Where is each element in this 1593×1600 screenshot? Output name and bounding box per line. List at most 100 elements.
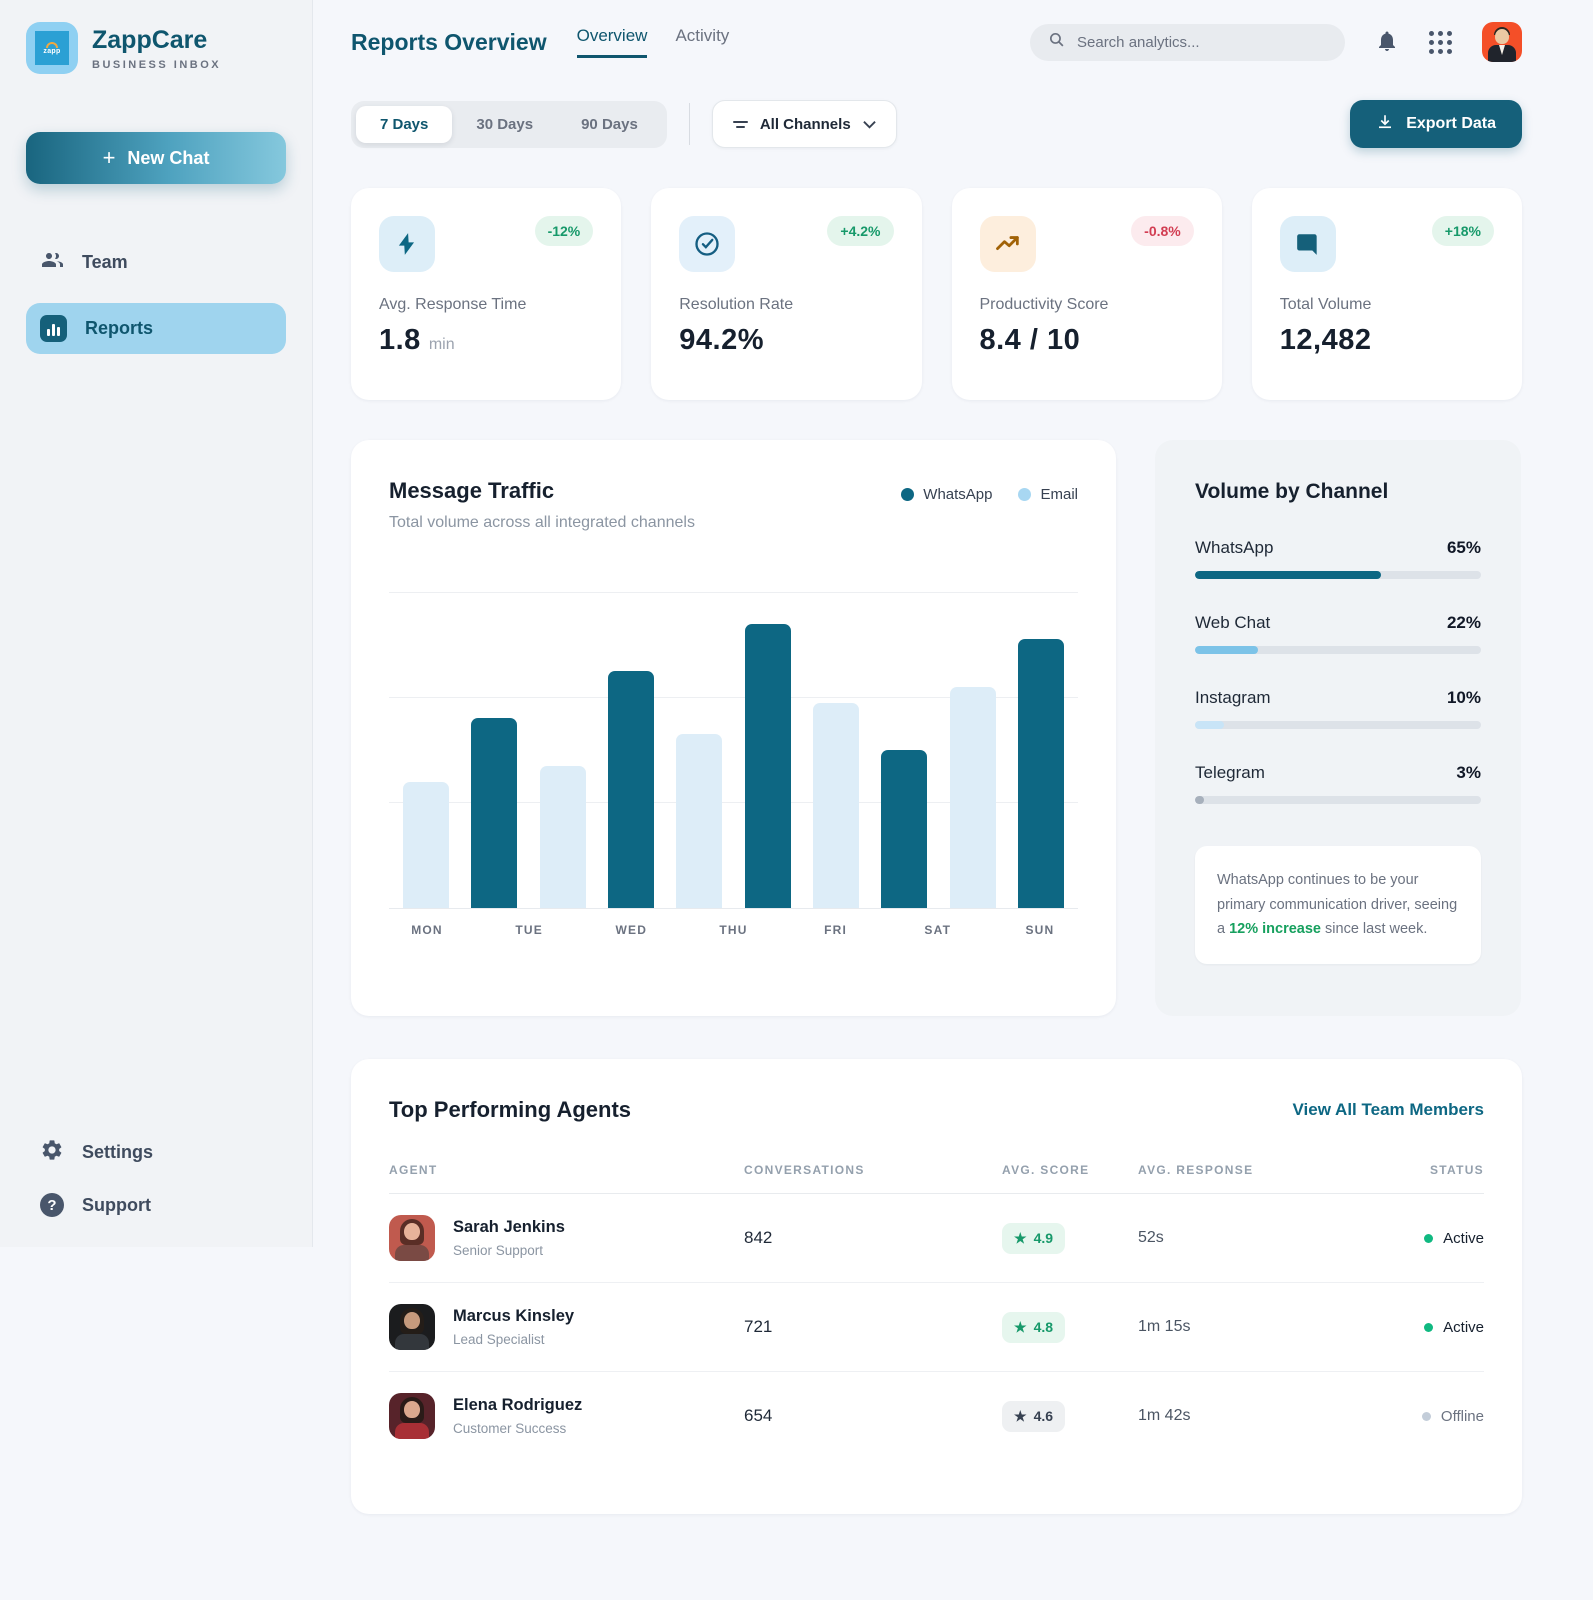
volume-title: Volume by Channel bbox=[1195, 480, 1481, 504]
search-input[interactable] bbox=[1077, 34, 1317, 51]
x-axis-label: MON bbox=[397, 923, 457, 937]
chart-bar-email bbox=[950, 687, 996, 908]
status-badge: Offline bbox=[1415, 1408, 1484, 1425]
score-badge: ★ 4.8 bbox=[1002, 1312, 1065, 1343]
chart-subtitle: Total volume across all integrated chann… bbox=[389, 514, 695, 532]
table-row[interactable]: Elena Rodriguez Customer Success 654 ★ 4… bbox=[389, 1372, 1484, 1460]
legend-label: Email bbox=[1040, 486, 1078, 503]
channel-row: Instagram 10% bbox=[1195, 688, 1481, 729]
agent-role: Lead Specialist bbox=[453, 1332, 574, 1347]
chart-bar-email bbox=[676, 734, 722, 908]
delta-badge: -0.8% bbox=[1131, 216, 1194, 246]
channel-name: Web Chat bbox=[1195, 613, 1270, 633]
response-time-value: 1m 15s bbox=[1138, 1318, 1415, 1336]
apps-grid-button[interactable] bbox=[1429, 31, 1452, 54]
agent-role: Senior Support bbox=[453, 1243, 565, 1258]
range-7-days-button[interactable]: 7 Days bbox=[356, 106, 452, 143]
sidebar-item-support[interactable]: ? Support bbox=[40, 1193, 286, 1217]
star-icon: ★ bbox=[1014, 1319, 1027, 1336]
gear-icon bbox=[40, 1138, 64, 1167]
download-icon bbox=[1376, 113, 1394, 136]
table-row[interactable]: Marcus Kinsley Lead Specialist 721 ★ 4.8… bbox=[389, 1283, 1484, 1372]
search-icon bbox=[1048, 31, 1065, 53]
column-agent: AGENT bbox=[389, 1163, 744, 1177]
team-icon bbox=[40, 248, 64, 277]
sidebar-item-reports[interactable]: Reports bbox=[26, 303, 286, 354]
charts-row: Message Traffic Total volume across all … bbox=[351, 440, 1522, 1016]
delta-badge: -12% bbox=[535, 216, 594, 246]
topbar: Reports Overview Overview Activity bbox=[351, 22, 1522, 62]
response-time-value: 1m 42s bbox=[1138, 1407, 1415, 1425]
stat-unit: min bbox=[429, 336, 455, 354]
status-badge: Active bbox=[1415, 1319, 1484, 1336]
channel-row: Telegram 3% bbox=[1195, 763, 1481, 804]
status-dot-icon bbox=[1424, 1323, 1433, 1332]
trend-up-icon bbox=[980, 216, 1036, 272]
stat-label: Avg. Response Time bbox=[379, 296, 593, 314]
score-badge: ★ 4.6 bbox=[1002, 1401, 1065, 1432]
delta-badge: +4.2% bbox=[827, 216, 893, 246]
status-badge: Active bbox=[1415, 1230, 1484, 1247]
conversations-value: 842 bbox=[744, 1228, 1002, 1248]
channel-percentage: 65% bbox=[1447, 538, 1481, 558]
column-status: STATUS bbox=[1415, 1163, 1484, 1177]
stat-value: 1.8 bbox=[379, 324, 421, 357]
new-chat-button[interactable]: + New Chat bbox=[26, 132, 286, 184]
user-avatar[interactable] bbox=[1482, 22, 1522, 62]
channel-filter-dropdown[interactable]: All Channels bbox=[712, 100, 897, 148]
search-bar[interactable] bbox=[1030, 24, 1345, 61]
range-90-days-button[interactable]: 90 Days bbox=[557, 106, 662, 143]
stats-row: -12% Avg. Response Time 1.8 min +4.2% Re… bbox=[351, 188, 1522, 400]
sidebar-item-label: Settings bbox=[82, 1142, 153, 1163]
sidebar-item-settings[interactable]: Settings bbox=[40, 1138, 286, 1167]
question-icon: ? bbox=[40, 1193, 64, 1217]
sidebar-item-team[interactable]: Team bbox=[26, 236, 286, 289]
divider bbox=[689, 103, 690, 145]
filter-icon bbox=[733, 121, 748, 128]
status-label: Active bbox=[1443, 1319, 1484, 1336]
score-value: 4.6 bbox=[1034, 1408, 1053, 1424]
insight-highlight: 12% increase bbox=[1229, 921, 1321, 937]
main-content: Reports Overview Overview Activity bbox=[313, 0, 1593, 1600]
grid-dots-icon bbox=[1429, 31, 1452, 54]
tab-activity[interactable]: Activity bbox=[675, 26, 729, 55]
star-icon: ★ bbox=[1014, 1408, 1027, 1425]
score-badge: ★ 4.9 bbox=[1002, 1223, 1065, 1254]
stat-value: 12,482 bbox=[1280, 324, 1372, 357]
channel-row: WhatsApp 65% bbox=[1195, 538, 1481, 579]
status-label: Offline bbox=[1441, 1408, 1484, 1425]
brand-subtitle: BUSINESS INBOX bbox=[92, 59, 221, 71]
legend-label: WhatsApp bbox=[923, 486, 992, 503]
chart-bar-whatsapp bbox=[471, 718, 517, 908]
progress-track bbox=[1195, 721, 1481, 729]
stat-label: Productivity Score bbox=[980, 296, 1194, 314]
chart-x-labels: MONTUEWEDTHUFRISATSUN bbox=[389, 909, 1078, 937]
table-header: AGENT CONVERSATIONS AVG. SCORE AVG. RESP… bbox=[389, 1163, 1484, 1194]
channel-name: Instagram bbox=[1195, 688, 1271, 708]
range-30-days-button[interactable]: 30 Days bbox=[452, 106, 557, 143]
chart-bar-whatsapp bbox=[881, 750, 927, 908]
star-icon: ★ bbox=[1014, 1230, 1027, 1247]
stat-label: Total Volume bbox=[1280, 296, 1494, 314]
sidebar-nav: Team Reports bbox=[26, 236, 286, 354]
export-data-button[interactable]: Export Data bbox=[1350, 100, 1522, 148]
status-label: Active bbox=[1443, 1230, 1484, 1247]
progress-fill bbox=[1195, 721, 1224, 729]
avatar bbox=[389, 1393, 435, 1439]
notifications-button[interactable] bbox=[1375, 28, 1399, 57]
table-row[interactable]: Sarah Jenkins Senior Support 842 ★ 4.9 5… bbox=[389, 1194, 1484, 1283]
progress-track bbox=[1195, 646, 1481, 654]
bar-chart-plot bbox=[389, 578, 1078, 909]
agent-role: Customer Success bbox=[453, 1421, 582, 1436]
tab-overview[interactable]: Overview bbox=[577, 26, 648, 58]
channel-percentage: 3% bbox=[1456, 763, 1481, 783]
view-all-team-members-link[interactable]: View All Team Members bbox=[1293, 1100, 1484, 1120]
tabs: Overview Activity bbox=[577, 26, 730, 58]
channel-row: Web Chat 22% bbox=[1195, 613, 1481, 654]
progress-track bbox=[1195, 571, 1481, 579]
zappcare-logo-icon: zapp bbox=[26, 22, 78, 74]
chat-bubble-icon bbox=[1280, 216, 1336, 272]
top-agents-card: Top Performing Agents View All Team Memb… bbox=[351, 1059, 1522, 1514]
channel-percentage: 10% bbox=[1447, 688, 1481, 708]
stat-label: Resolution Rate bbox=[679, 296, 893, 314]
